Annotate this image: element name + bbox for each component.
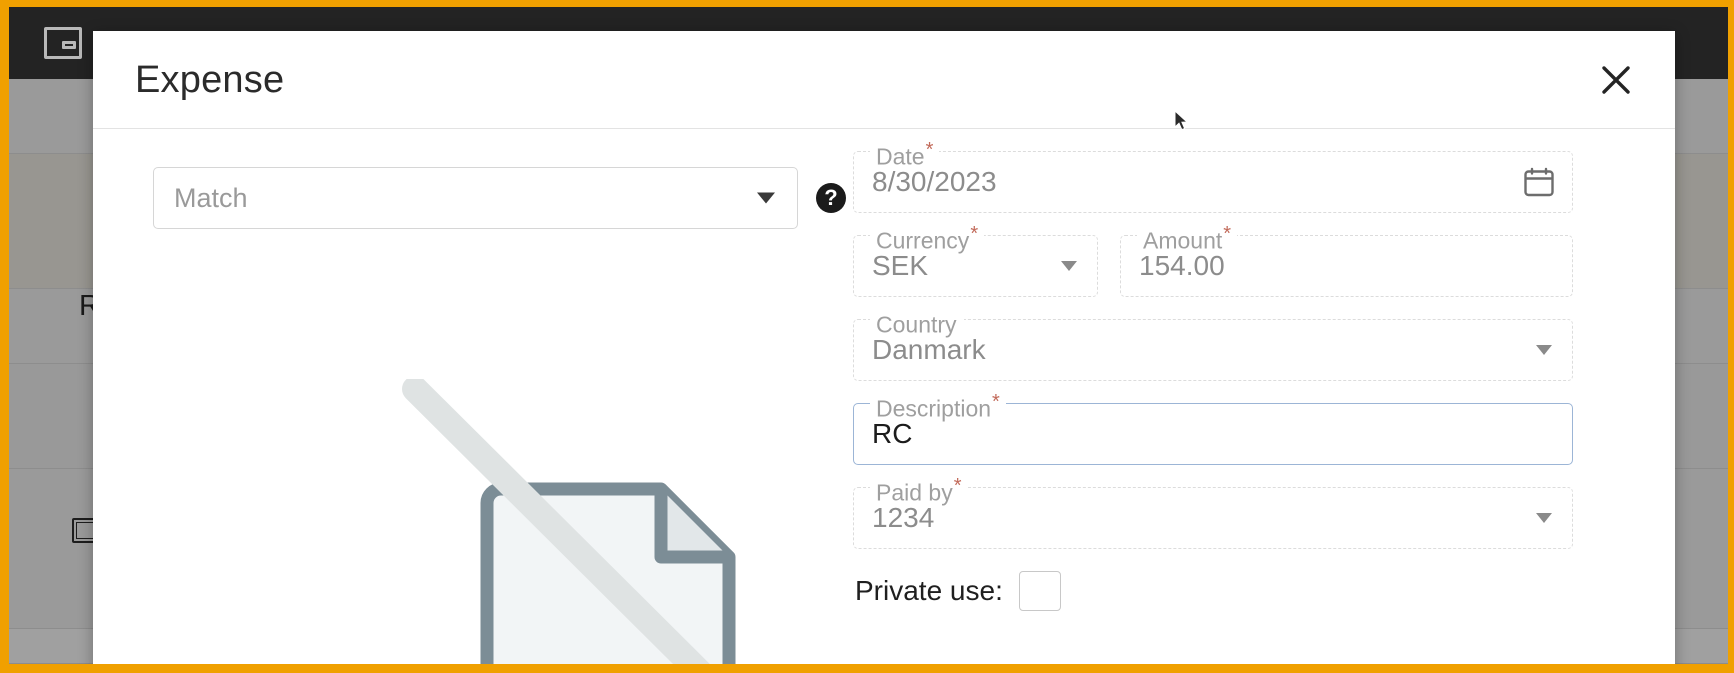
- currency-field-value: SEK: [872, 250, 929, 281]
- currency-amount-row: Currency* SEK Amount* 154.00: [853, 224, 1573, 319]
- chevron-down-icon: [757, 192, 775, 204]
- paid-by-field[interactable]: Paid by* 1234: [853, 476, 1573, 549]
- window-border-right: [1728, 0, 1734, 673]
- wallet-icon: [42, 25, 84, 61]
- description-field-label: Description*: [870, 392, 1006, 421]
- match-select[interactable]: Match: [153, 167, 798, 229]
- modal-header: Expense: [93, 31, 1675, 129]
- window-border-top: [0, 0, 1734, 7]
- modal-title: Expense: [135, 58, 285, 101]
- currency-field[interactable]: Currency* SEK: [853, 224, 1098, 297]
- date-field-value: 8/30/2023: [872, 166, 997, 197]
- chevron-down-icon[interactable]: [1061, 261, 1077, 271]
- amount-field[interactable]: Amount* 154.00: [1120, 224, 1573, 297]
- date-field[interactable]: Date* 8/30/2023: [853, 140, 1573, 213]
- calendar-icon[interactable]: [1524, 167, 1554, 197]
- private-use-checkbox[interactable]: [1018, 571, 1061, 611]
- country-field-label: Country: [870, 308, 964, 337]
- description-field[interactable]: Description* RC: [853, 392, 1573, 465]
- modal-body: Match ? Date* 8/30/2023 Currency* SEK Am…: [93, 129, 1675, 673]
- no-document-icon: [393, 376, 813, 673]
- private-use-label: Private use:: [855, 575, 1003, 606]
- window-border-left: [0, 0, 9, 673]
- paid-by-field-value: 1234: [872, 502, 935, 533]
- expense-modal: Expense Match ? Date* 8/30/2023 Currency…: [93, 31, 1675, 673]
- match-select-value: Match: [174, 182, 248, 213]
- currency-field-label: Currency*: [870, 224, 985, 253]
- country-field[interactable]: Country Danmark: [853, 308, 1573, 381]
- description-field-value: RC: [872, 418, 913, 449]
- date-field-label: Date*: [870, 140, 940, 169]
- receipt-pane: Match ?: [93, 129, 853, 673]
- match-row: Match ?: [153, 167, 853, 229]
- country-field-value: Danmark: [872, 334, 986, 365]
- paid-by-field-label: Paid by*: [870, 476, 968, 505]
- screen: Travel&Expense Re Expense: [0, 0, 1734, 673]
- amount-field-label: Amount*: [1137, 224, 1238, 253]
- window-border-bottom: [0, 664, 1734, 673]
- amount-field-value: 154.00: [1139, 250, 1225, 281]
- chevron-down-icon[interactable]: [1536, 345, 1552, 355]
- chevron-down-icon[interactable]: [1536, 513, 1552, 523]
- private-use-row: Private use:: [853, 571, 1573, 611]
- expense-form: Date* 8/30/2023 Currency* SEK Amount* 15…: [853, 129, 1613, 673]
- help-circle-icon[interactable]: ?: [816, 183, 846, 213]
- close-icon[interactable]: [1593, 57, 1639, 103]
